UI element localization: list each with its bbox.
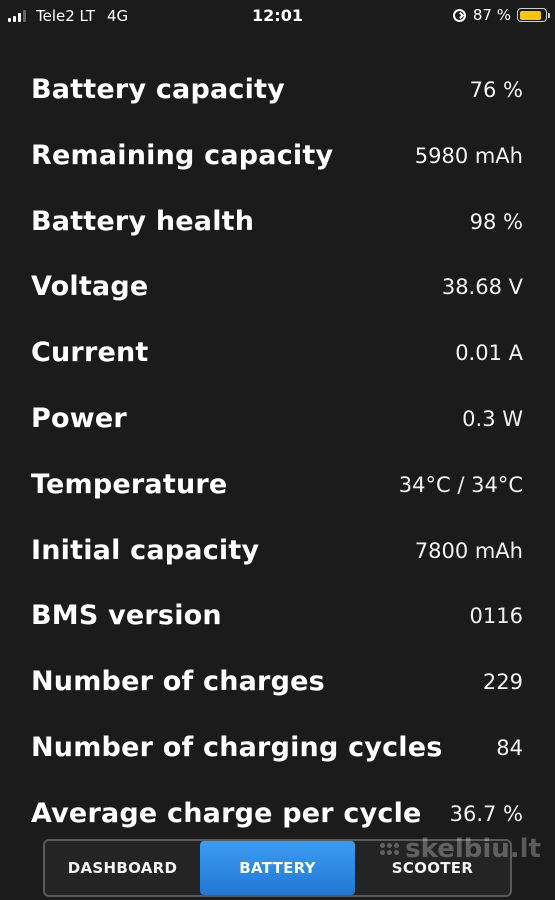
info-value: 0.01 A — [455, 341, 523, 366]
info-value: 84 — [496, 735, 523, 760]
battery-info-list: Battery capacity 76 % Remaining capacity 59… — [0, 60, 555, 850]
info-label: Average charge per cycle — [31, 797, 422, 829]
info-row: Remaining capacity 5980 mAh — [0, 126, 555, 192]
info-label: Temperature — [31, 468, 228, 500]
info-label: Number of charging cycles — [31, 731, 443, 763]
info-row: BMS version 0116 — [0, 586, 555, 652]
tab-battery[interactable]: BATTERY — [200, 841, 355, 895]
watermark: skelbiu.lt — [380, 834, 541, 864]
info-label: Battery health — [31, 205, 255, 237]
info-value: 98 % — [469, 209, 523, 234]
battery-icon — [517, 8, 550, 22]
info-label: BMS version — [31, 600, 222, 632]
battery-level-fill — [519, 10, 542, 20]
info-row: Temperature 34°C / 34°C — [0, 455, 555, 521]
info-value: 36.7 % — [449, 801, 523, 826]
info-row: Power 0.3 W — [0, 389, 555, 455]
info-value: 0.3 W — [462, 406, 523, 431]
info-row: Current 0.01 A — [0, 323, 555, 389]
info-label: Number of charges — [31, 666, 325, 698]
watermark-logo-icon — [380, 843, 400, 855]
info-label: Power — [31, 402, 127, 434]
info-label: Battery capacity — [31, 74, 285, 105]
info-row: Number of charging cycles 84 — [0, 718, 555, 784]
info-label: Initial capacity — [31, 534, 260, 566]
info-row: Battery health 98 % — [0, 192, 555, 258]
info-label: Current — [31, 337, 149, 369]
info-row: Number of charges 229 — [0, 652, 555, 718]
info-row: Initial capacity 7800 mAh — [0, 521, 555, 587]
orientation-lock-icon — [452, 8, 466, 22]
info-row: Voltage 38.68 V — [0, 257, 555, 323]
info-value: 38.68 V — [441, 275, 523, 300]
battery-percent: 87 % — [472, 6, 511, 24]
info-value: 5980 mAh — [414, 143, 523, 168]
status-bar-right: 87 % — [452, 6, 550, 24]
info-label: Voltage — [31, 271, 149, 303]
status-bar: Tele2 LT 4G 12:01 87 % — [0, 0, 555, 32]
info-row: Battery capacity 76 % — [0, 60, 555, 126]
tab-dashboard[interactable]: DASHBOARD — [45, 841, 200, 895]
info-value: 76 % — [469, 78, 523, 102]
info-value: 229 — [482, 670, 523, 695]
info-label: Remaining capacity — [31, 139, 334, 171]
info-value: 34°C / 34°C — [398, 472, 523, 497]
watermark-text: skelbiu.lt — [405, 834, 541, 864]
info-value: 7800 mAh — [414, 538, 523, 563]
info-value: 0116 — [469, 604, 523, 629]
